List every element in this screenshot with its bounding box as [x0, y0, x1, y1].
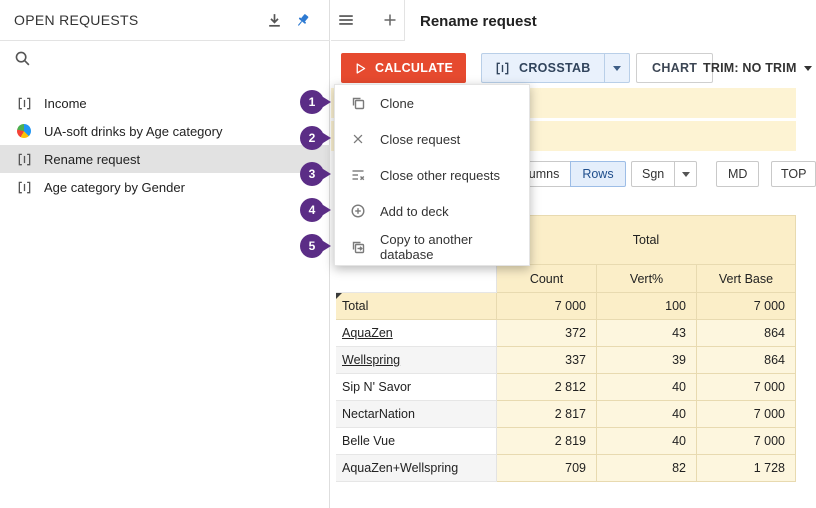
pie-chart-icon	[16, 123, 32, 139]
row-label-total: Total	[336, 293, 497, 320]
annotation-badge-2: 2	[300, 126, 324, 150]
calculate-button[interactable]: CALCULATE	[341, 53, 466, 83]
table-corner	[336, 265, 497, 293]
cell-vert-base: 1 728	[697, 455, 796, 482]
row-label-aquazen: AquaZen	[336, 320, 497, 347]
sidebar-item-age-by-gender[interactable]: Age category by Gender	[0, 173, 330, 201]
chevron-down-icon	[804, 66, 812, 71]
sidebar-item-label: UA-soft drinks by Age category	[44, 124, 222, 139]
search-icon[interactable]	[14, 50, 32, 68]
cell-count: 2 812	[497, 374, 597, 401]
md-button[interactable]: MD	[716, 161, 759, 187]
row-label-wellspring: Wellspring	[336, 347, 497, 374]
sidebar-item-label: Age category by Gender	[44, 180, 185, 195]
crosstab-icon	[16, 179, 32, 195]
annotation-badge-4: 4	[300, 198, 324, 222]
table-row: Total 7 000 100 7 000	[336, 293, 796, 320]
table-row: Belle Vue 2 819 40 7 000	[336, 428, 796, 455]
sgn-button[interactable]: Sgn	[631, 161, 697, 187]
open-requests-sidebar: OPEN REQUESTS	[0, 0, 330, 508]
cell-vert-base: 7 000	[697, 401, 796, 428]
cell-count: 372	[497, 320, 597, 347]
close-icon	[350, 131, 366, 147]
menu-item-close-request[interactable]: Close request	[335, 121, 529, 157]
copy-to-database-icon	[350, 239, 366, 255]
cell-vert-pct: 40	[597, 401, 697, 428]
annotation-badge-1: 1	[300, 90, 324, 114]
sidebar-item-label: Income	[44, 96, 87, 111]
row-label-belle-vue: Belle Vue	[336, 428, 497, 455]
row-label-sip-n-savor: Sip N' Savor	[336, 374, 497, 401]
close-other-requests-icon	[350, 167, 366, 183]
sidebar-item-income[interactable]: Income	[0, 89, 330, 117]
table-row: AquaZen+Wellspring 709 82 1 728	[336, 455, 796, 482]
trim-dropdown[interactable]: TRIM: NO TRIM	[703, 53, 812, 83]
cell-count: 337	[497, 347, 597, 374]
cell-vert-pct: 82	[597, 455, 697, 482]
cell-vert-pct: 40	[597, 428, 697, 455]
menu-item-copy-to-another-database[interactable]: Copy to another database	[335, 229, 529, 265]
cell-count: 709	[497, 455, 597, 482]
crosstab-icon	[16, 95, 32, 111]
menu-item-close-other-requests[interactable]: Close other requests	[335, 157, 529, 193]
cell-count: 7 000	[497, 293, 597, 320]
sidebar-item-label: Rename request	[44, 152, 140, 167]
menu-item-clone[interactable]: Clone	[335, 85, 529, 121]
pin-icon[interactable]	[288, 6, 316, 34]
crosstab-icon	[16, 151, 32, 167]
sgn-dropdown-icon[interactable]	[674, 162, 696, 186]
request-context-menu: Clone Close request Close other requests	[334, 84, 530, 266]
add-circle-icon	[350, 203, 366, 219]
menu-item-add-to-deck[interactable]: Add to deck	[335, 193, 529, 229]
cell-vert-base: 864	[697, 347, 796, 374]
sidebar-title: OPEN REQUESTS	[14, 12, 138, 28]
cell-vert-pct: 40	[597, 374, 697, 401]
column-header-vert-base: Vert Base	[697, 265, 796, 293]
play-icon	[354, 62, 367, 75]
crosstab-icon	[495, 61, 510, 76]
cell-vert-base: 7 000	[697, 428, 796, 455]
page-title: Rename request	[420, 13, 537, 30]
annotation-badge-3: 3	[300, 162, 324, 186]
column-group-header: Total	[497, 215, 796, 265]
clone-icon	[350, 95, 366, 111]
request-list: Income UA-soft drinks by Age category Re…	[0, 89, 330, 201]
corner-marker-icon	[336, 293, 342, 299]
add-tab-icon[interactable]	[376, 6, 404, 34]
rows-toggle-button[interactable]: Rows	[570, 161, 625, 187]
cell-vert-pct: 39	[597, 347, 697, 374]
cell-count: 2 819	[497, 428, 597, 455]
top-button[interactable]: TOP	[771, 161, 816, 187]
sidebar-header: OPEN REQUESTS	[0, 0, 330, 41]
app-window: OPEN REQUESTS	[0, 0, 816, 508]
table-row: AquaZen 372 43 864	[336, 320, 796, 347]
annotation-badge-5: 5	[300, 234, 324, 258]
download-icon[interactable]	[260, 6, 288, 34]
cell-vert-base: 7 000	[697, 293, 796, 320]
cell-vert-pct: 43	[597, 320, 697, 347]
cell-count: 2 817	[497, 401, 597, 428]
cell-vert-base: 7 000	[697, 374, 796, 401]
table-row: Wellspring 337 39 864	[336, 347, 796, 374]
crosstab-view-button[interactable]: CROSSTAB	[481, 53, 630, 83]
sidebar-item-ua-soft-drinks[interactable]: UA-soft drinks by Age category	[0, 117, 330, 145]
menu-icon[interactable]	[332, 6, 360, 34]
row-label-nectarnation: NectarNation	[336, 401, 497, 428]
cell-vert-pct: 100	[597, 293, 697, 320]
cell-vert-base: 864	[697, 320, 796, 347]
crosstab-dropdown-icon[interactable]	[604, 54, 629, 82]
column-header-vert-pct: Vert%	[597, 265, 697, 293]
request-tabs-box	[331, 0, 405, 41]
table-row: Sip N' Savor 2 812 40 7 000	[336, 374, 796, 401]
chart-view-button[interactable]: CHART	[636, 53, 713, 83]
row-label-aquazen-wellspring: AquaZen+Wellspring	[336, 455, 497, 482]
column-header-count: Count	[497, 265, 597, 293]
sidebar-item-rename-request[interactable]: Rename request	[0, 145, 330, 173]
table-row: NectarNation 2 817 40 7 000	[336, 401, 796, 428]
